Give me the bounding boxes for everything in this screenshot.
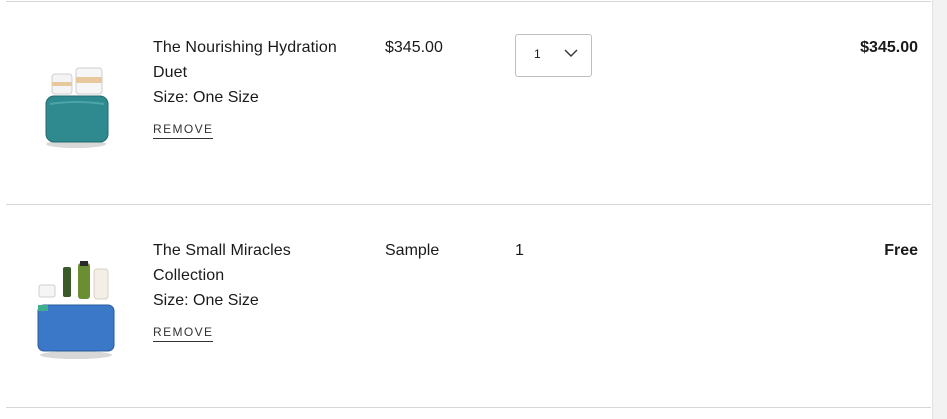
item-size: Size: One Size [153, 292, 259, 309]
item-price: $345.00 [385, 39, 443, 56]
quantity-select[interactable]: 1 [515, 34, 592, 77]
divider-bottom [6, 407, 931, 408]
item-name[interactable]: The Small Miracles Collection [153, 238, 363, 288]
quantity-value: 1 [534, 47, 541, 61]
chevron-down-icon [564, 49, 578, 57]
cart-item: The Nourishing Hydration Duet Size: One … [0, 2, 932, 205]
item-total: $345.00 [860, 39, 918, 56]
cart-item: The Small Miracles Collection Size: One … [0, 205, 932, 408]
skincare-set-blue-pouch-icon[interactable] [26, 257, 126, 367]
item-size: Size: One Size [153, 89, 259, 106]
scrollbar-track[interactable] [932, 0, 947, 419]
remove-button[interactable]: REMOVE [153, 122, 214, 139]
remove-button[interactable]: REMOVE [153, 325, 214, 342]
skincare-set-teal-pouch-icon[interactable] [26, 60, 126, 170]
item-name[interactable]: The Nourishing Hydration Duet [153, 35, 363, 85]
item-total: Free [884, 242, 918, 259]
item-price: Sample [385, 242, 440, 259]
quantity-value: 1 [515, 242, 524, 259]
